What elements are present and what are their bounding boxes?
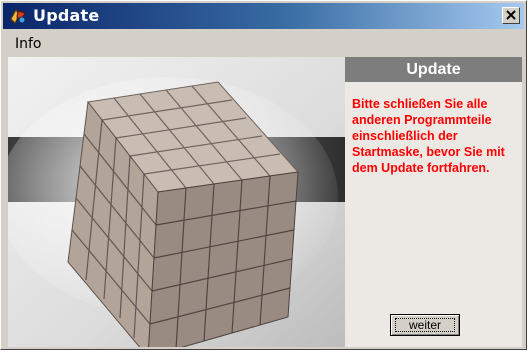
panel-header: Update <box>345 57 522 82</box>
continue-button-label: weiter <box>408 318 441 332</box>
update-window: Update Info Update Bitte schließen Sie a… <box>0 0 527 350</box>
window-title: Update <box>33 6 100 25</box>
info-panel: Update Bitte schließen Sie alle anderen … <box>345 57 522 347</box>
cube-illustration <box>8 57 345 347</box>
menu-bar: Info <box>3 31 524 55</box>
close-button[interactable] <box>502 7 520 24</box>
update-warning-message: Bitte schließen Sie alle anderen Program… <box>352 97 505 175</box>
close-icon <box>506 10 516 20</box>
content-area: Update Bitte schließen Sie alle anderen … <box>8 57 522 347</box>
menu-item-info[interactable]: Info <box>15 36 42 52</box>
continue-button[interactable]: weiter <box>390 314 460 336</box>
title-bar[interactable]: Update <box>3 3 524 29</box>
update-app-icon <box>9 7 27 25</box>
